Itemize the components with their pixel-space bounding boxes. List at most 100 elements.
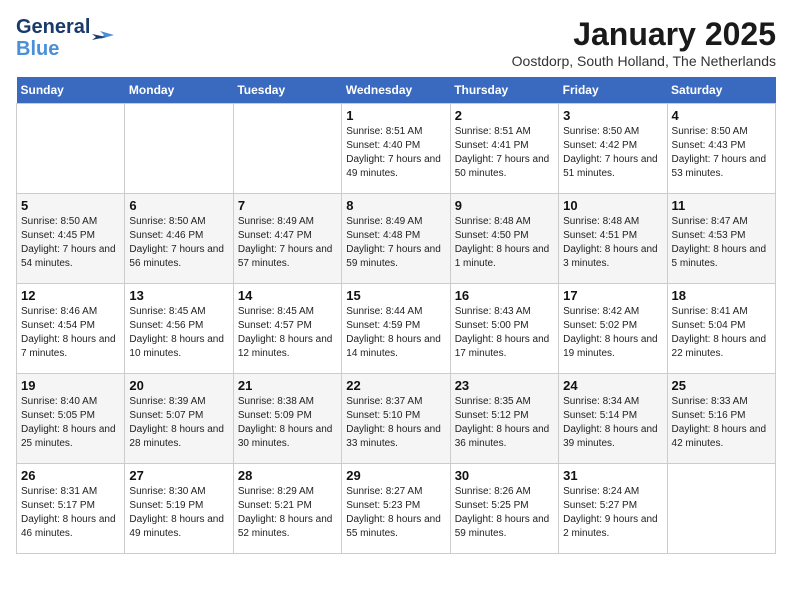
day-number: 1: [346, 108, 445, 123]
day-number: 29: [346, 468, 445, 483]
day-number: 16: [455, 288, 554, 303]
calendar-cell: 15Sunrise: 8:44 AM Sunset: 4:59 PM Dayli…: [342, 284, 450, 374]
day-info: Sunrise: 8:26 AM Sunset: 5:25 PM Dayligh…: [455, 485, 554, 541]
title-area: January 2025 Oostdorp, South Holland, Th…: [512, 16, 776, 69]
day-number: 3: [563, 108, 662, 123]
weekday-header-friday: Friday: [559, 77, 667, 104]
day-number: 10: [563, 198, 662, 213]
logo-bird-icon: [92, 27, 114, 49]
calendar-cell: 29 Sunrise: 8:27 AM Sunset: 5:23 PM Dayli…: [342, 464, 450, 554]
day-info: Sunrise: 8:45 AM Sunset: 4:56 PM Dayligh…: [129, 305, 228, 361]
day-number: 31: [563, 468, 662, 483]
weekday-header-sunday: Sunday: [17, 77, 125, 104]
day-info: Sunrise: 8:33 AM Sunset: 5:16 PM Dayligh…: [672, 395, 771, 451]
calendar-cell: 14Sunrise: 8:45 AM Sunset: 4:57 PM Dayli…: [233, 284, 341, 374]
day-info: Sunrise: 8:34 AM Sunset: 5:14 PM Dayligh…: [563, 395, 662, 451]
day-info: Sunrise: 8:38 AM Sunset: 5:09 PM Dayligh…: [238, 395, 337, 451]
day-number: 11: [672, 198, 771, 213]
calendar-body: 1Sunrise: 8:51 AM Sunset: 4:40 PM Daylig…: [17, 104, 776, 554]
day-number: 18: [672, 288, 771, 303]
day-number: 25: [672, 378, 771, 393]
day-info: Sunrise: 8:51 AM Sunset: 4:41 PM Dayligh…: [455, 125, 554, 181]
logo-line1: General: [16, 16, 90, 38]
day-number: 20: [129, 378, 228, 393]
calendar-cell: 25 Sunrise: 8:33 AM Sunset: 5:16 PM Dayli…: [667, 374, 775, 464]
logo: General Blue: [16, 16, 114, 60]
day-number: 26: [21, 468, 120, 483]
calendar-week-1: 1Sunrise: 8:51 AM Sunset: 4:40 PM Daylig…: [17, 104, 776, 194]
calendar-cell: 19Sunrise: 8:40 AM Sunset: 5:05 PM Dayli…: [17, 374, 125, 464]
calendar-cell: 4 Sunrise: 8:50 AM Sunset: 4:43 PM Daylig…: [667, 104, 775, 194]
weekday-header-thursday: Thursday: [450, 77, 558, 104]
header: General Blue January 2025 Oostdorp, Sout…: [16, 16, 776, 69]
day-info: Sunrise: 8:43 AM Sunset: 5:00 PM Dayligh…: [455, 305, 554, 361]
day-info: Sunrise: 8:48 AM Sunset: 4:51 PM Dayligh…: [563, 215, 662, 271]
calendar-week-3: 12 Sunrise: 8:46 AM Sunset: 4:54 PM Dayli…: [17, 284, 776, 374]
day-number: 21: [238, 378, 337, 393]
calendar-cell: 8Sunrise: 8:49 AM Sunset: 4:48 PM Daylig…: [342, 194, 450, 284]
calendar-cell: 20 Sunrise: 8:39 AM Sunset: 5:07 PM Dayli…: [125, 374, 233, 464]
day-info: Sunrise: 8:50 AM Sunset: 4:42 PM Dayligh…: [563, 125, 662, 181]
day-info: Sunrise: 8:27 AM Sunset: 5:23 PM Dayligh…: [346, 485, 445, 541]
day-number: 22: [346, 378, 445, 393]
calendar-cell: 12 Sunrise: 8:46 AM Sunset: 4:54 PM Dayli…: [17, 284, 125, 374]
calendar-cell: 2Sunrise: 8:51 AM Sunset: 4:41 PM Daylig…: [450, 104, 558, 194]
day-info: Sunrise: 8:45 AM Sunset: 4:57 PM Dayligh…: [238, 305, 337, 361]
calendar-cell: 31Sunrise: 8:24 AM Sunset: 5:27 PM Dayli…: [559, 464, 667, 554]
weekday-header-tuesday: Tuesday: [233, 77, 341, 104]
day-number: 24: [563, 378, 662, 393]
calendar-cell: 26 Sunrise: 8:31 AM Sunset: 5:17 PM Dayli…: [17, 464, 125, 554]
calendar-cell: 7Sunrise: 8:49 AM Sunset: 4:47 PM Daylig…: [233, 194, 341, 284]
calendar-cell: 11 Sunrise: 8:47 AM Sunset: 4:53 PM Dayli…: [667, 194, 775, 284]
calendar-week-4: 19Sunrise: 8:40 AM Sunset: 5:05 PM Dayli…: [17, 374, 776, 464]
day-number: 30: [455, 468, 554, 483]
calendar-cell: 1Sunrise: 8:51 AM Sunset: 4:40 PM Daylig…: [342, 104, 450, 194]
day-number: 28: [238, 468, 337, 483]
day-number: 19: [21, 378, 120, 393]
day-number: 9: [455, 198, 554, 213]
calendar-table: SundayMondayTuesdayWednesdayThursdayFrid…: [16, 77, 776, 554]
day-number: 6: [129, 198, 228, 213]
day-number: 15: [346, 288, 445, 303]
day-number: 12: [21, 288, 120, 303]
day-info: Sunrise: 8:31 AM Sunset: 5:17 PM Dayligh…: [21, 485, 120, 541]
day-info: Sunrise: 8:50 AM Sunset: 4:45 PM Dayligh…: [21, 215, 120, 271]
calendar-cell: 3 Sunrise: 8:50 AM Sunset: 4:42 PM Daylig…: [559, 104, 667, 194]
calendar-cell: 24 Sunrise: 8:34 AM Sunset: 5:14 PM Dayli…: [559, 374, 667, 464]
day-number: 4: [672, 108, 771, 123]
calendar-cell: 22 Sunrise: 8:37 AM Sunset: 5:10 PM Dayli…: [342, 374, 450, 464]
calendar-cell: 27 Sunrise: 8:30 AM Sunset: 5:19 PM Dayli…: [125, 464, 233, 554]
day-info: Sunrise: 8:37 AM Sunset: 5:10 PM Dayligh…: [346, 395, 445, 451]
main-title: January 2025: [512, 16, 776, 53]
calendar-cell: 30 Sunrise: 8:26 AM Sunset: 5:25 PM Dayli…: [450, 464, 558, 554]
calendar-cell: [233, 104, 341, 194]
calendar-cell: [125, 104, 233, 194]
day-number: 27: [129, 468, 228, 483]
day-info: Sunrise: 8:29 AM Sunset: 5:21 PM Dayligh…: [238, 485, 337, 541]
day-info: Sunrise: 8:50 AM Sunset: 4:43 PM Dayligh…: [672, 125, 771, 181]
calendar-cell: 18Sunrise: 8:41 AM Sunset: 5:04 PM Dayli…: [667, 284, 775, 374]
day-number: 13: [129, 288, 228, 303]
day-number: 5: [21, 198, 120, 213]
day-info: Sunrise: 8:39 AM Sunset: 5:07 PM Dayligh…: [129, 395, 228, 451]
weekday-header-wednesday: Wednesday: [342, 77, 450, 104]
calendar-cell: [667, 464, 775, 554]
day-info: Sunrise: 8:50 AM Sunset: 4:46 PM Dayligh…: [129, 215, 228, 271]
day-number: 23: [455, 378, 554, 393]
calendar-cell: 21 Sunrise: 8:38 AM Sunset: 5:09 PM Dayli…: [233, 374, 341, 464]
calendar-cell: 6 Sunrise: 8:50 AM Sunset: 4:46 PM Daylig…: [125, 194, 233, 284]
subtitle: Oostdorp, South Holland, The Netherlands: [512, 53, 776, 69]
calendar-cell: 10 Sunrise: 8:48 AM Sunset: 4:51 PM Dayli…: [559, 194, 667, 284]
calendar-cell: 13 Sunrise: 8:45 AM Sunset: 4:56 PM Dayli…: [125, 284, 233, 374]
calendar-cell: 5 Sunrise: 8:50 AM Sunset: 4:45 PM Daylig…: [17, 194, 125, 284]
calendar-cell: 16 Sunrise: 8:43 AM Sunset: 5:00 PM Dayli…: [450, 284, 558, 374]
day-info: Sunrise: 8:46 AM Sunset: 4:54 PM Dayligh…: [21, 305, 120, 361]
day-number: 8: [346, 198, 445, 213]
day-number: 7: [238, 198, 337, 213]
calendar-cell: 9 Sunrise: 8:48 AM Sunset: 4:50 PM Daylig…: [450, 194, 558, 284]
day-info: Sunrise: 8:47 AM Sunset: 4:53 PM Dayligh…: [672, 215, 771, 271]
day-info: Sunrise: 8:42 AM Sunset: 5:02 PM Dayligh…: [563, 305, 662, 361]
day-info: Sunrise: 8:48 AM Sunset: 4:50 PM Dayligh…: [455, 215, 554, 271]
calendar-cell: [17, 104, 125, 194]
day-info: Sunrise: 8:30 AM Sunset: 5:19 PM Dayligh…: [129, 485, 228, 541]
